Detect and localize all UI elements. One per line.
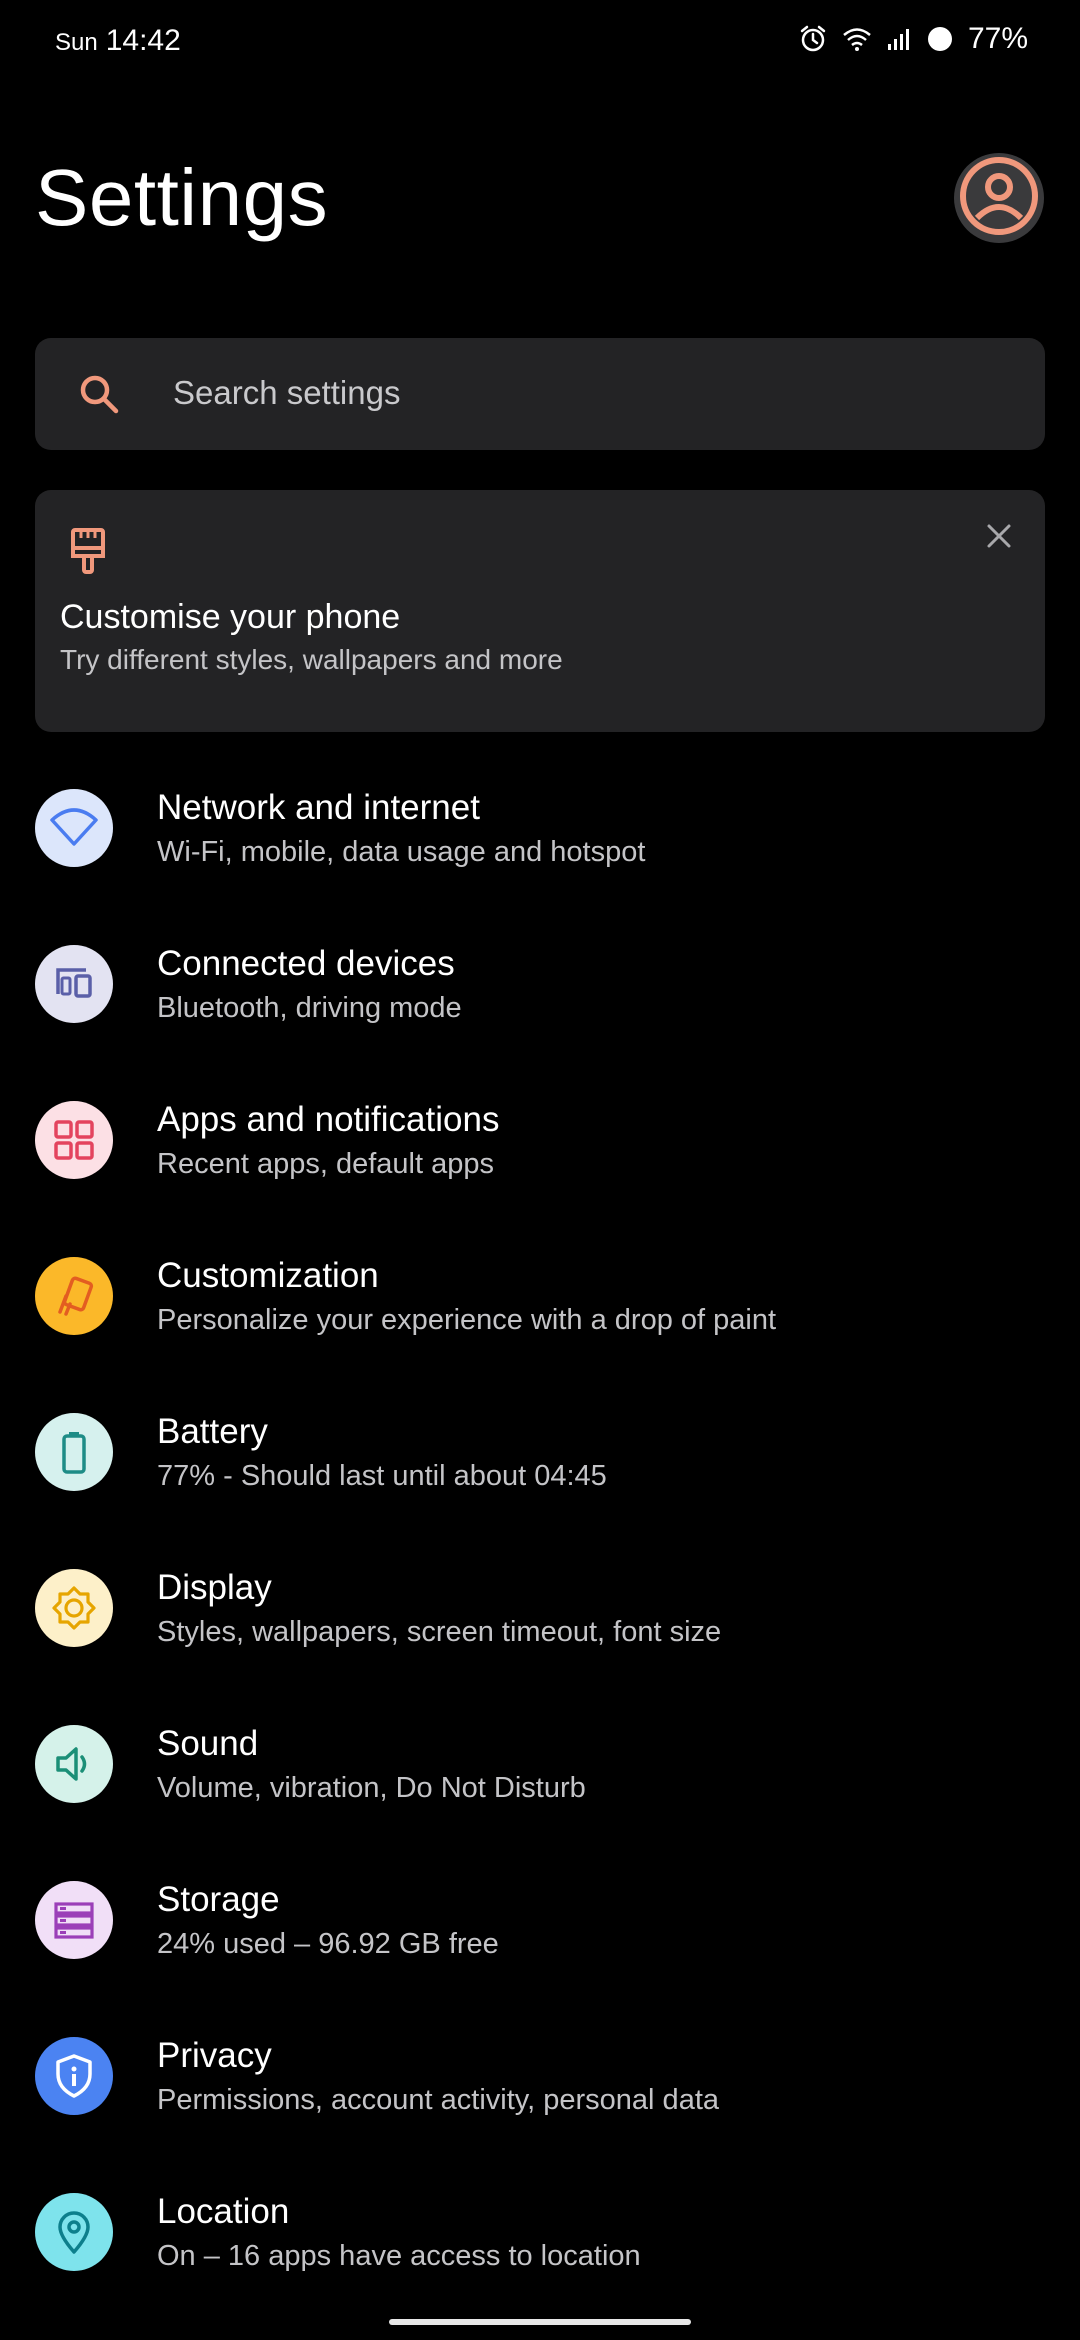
status-time: 14:42 [105, 24, 181, 57]
apps-grid-icon [35, 1101, 113, 1179]
settings-item-apps-notifications[interactable]: Apps and notifications Recent apps, defa… [0, 1070, 1080, 1226]
battery-icon [926, 25, 954, 53]
item-title: Display [157, 1568, 272, 1607]
settings-item-customization[interactable]: Customization Personalize your experienc… [0, 1226, 1080, 1382]
account-avatar-button[interactable] [954, 153, 1044, 243]
volume-icon [35, 1725, 113, 1803]
settings-item-storage[interactable]: Storage 24% used – 96.92 GB free [0, 1850, 1080, 2006]
item-subtitle: Volume, vibration, Do Not Disturb [157, 1772, 586, 1804]
status-bar: Sun 14:42 77% [0, 0, 1080, 84]
item-subtitle: Recent apps, default apps [157, 1148, 494, 1180]
close-icon[interactable] [973, 510, 1025, 562]
account-circle-icon [959, 156, 1039, 241]
status-icons: 77% [798, 22, 1028, 56]
search-input[interactable]: Search settings [35, 338, 1045, 450]
item-subtitle: 77% - Should last until about 04:45 [157, 1460, 607, 1492]
search-icon [75, 370, 123, 418]
item-title: Storage [157, 1880, 280, 1919]
item-title: Battery [157, 1412, 268, 1451]
settings-item-sound[interactable]: Sound Volume, vibration, Do Not Disturb [0, 1694, 1080, 1850]
wifi-icon [35, 789, 113, 867]
item-subtitle: Wi-Fi, mobile, data usage and hotspot [157, 836, 646, 868]
settings-list: Network and internet Wi-Fi, mobile, data… [0, 758, 1080, 2318]
privacy-shield-icon [35, 2037, 113, 2115]
settings-item-connected-devices[interactable]: Connected devices Bluetooth, driving mod… [0, 914, 1080, 1070]
item-title: Location [157, 2192, 290, 2231]
item-subtitle: Bluetooth, driving mode [157, 992, 462, 1024]
storage-icon [35, 1881, 113, 1959]
paintbrush-icon [63, 526, 115, 578]
alarm-icon [798, 24, 828, 54]
item-title: Customization [157, 1256, 379, 1295]
item-title: Network and internet [157, 788, 480, 827]
settings-item-battery[interactable]: Battery 77% - Should last until about 04… [0, 1382, 1080, 1538]
item-subtitle: On – 16 apps have access to location [157, 2240, 641, 2272]
battery-icon [35, 1413, 113, 1491]
home-indicator[interactable] [389, 2319, 691, 2325]
card-subtitle: Try different styles, wallpapers and mor… [60, 644, 563, 675]
location-pin-icon [35, 2193, 113, 2271]
customise-phone-card[interactable]: Customise your phone Try different style… [35, 490, 1045, 732]
item-title: Connected devices [157, 944, 455, 983]
item-subtitle: Styles, wallpapers, screen timeout, font… [157, 1616, 722, 1648]
signal-icon [886, 26, 912, 52]
item-title: Apps and notifications [157, 1100, 500, 1139]
item-subtitle: Personalize your experience with a drop … [157, 1304, 777, 1336]
settings-item-network[interactable]: Network and internet Wi-Fi, mobile, data… [0, 758, 1080, 914]
page-title: Settings [35, 153, 329, 242]
card-title: Customise your phone [60, 598, 401, 636]
item-subtitle: Permissions, account activity, personal … [157, 2084, 720, 2116]
paint-cards-icon [35, 1257, 113, 1335]
devices-icon [35, 945, 113, 1023]
brightness-icon [35, 1569, 113, 1647]
settings-item-display[interactable]: Display Styles, wallpapers, screen timeo… [0, 1538, 1080, 1694]
settings-item-location[interactable]: Location On – 16 apps have access to loc… [0, 2162, 1080, 2318]
settings-item-privacy[interactable]: Privacy Permissions, account activity, p… [0, 2006, 1080, 2162]
status-clock: Sun 14:42 [55, 24, 181, 58]
item-title: Privacy [157, 2036, 272, 2075]
wifi-icon [842, 26, 872, 52]
item-subtitle: 24% used – 96.92 GB free [157, 1928, 499, 1960]
search-placeholder: Search settings [173, 374, 401, 411]
battery-percentage: 77% [967, 22, 1028, 55]
item-title: Sound [157, 1724, 259, 1763]
status-day: Sun [55, 29, 98, 56]
